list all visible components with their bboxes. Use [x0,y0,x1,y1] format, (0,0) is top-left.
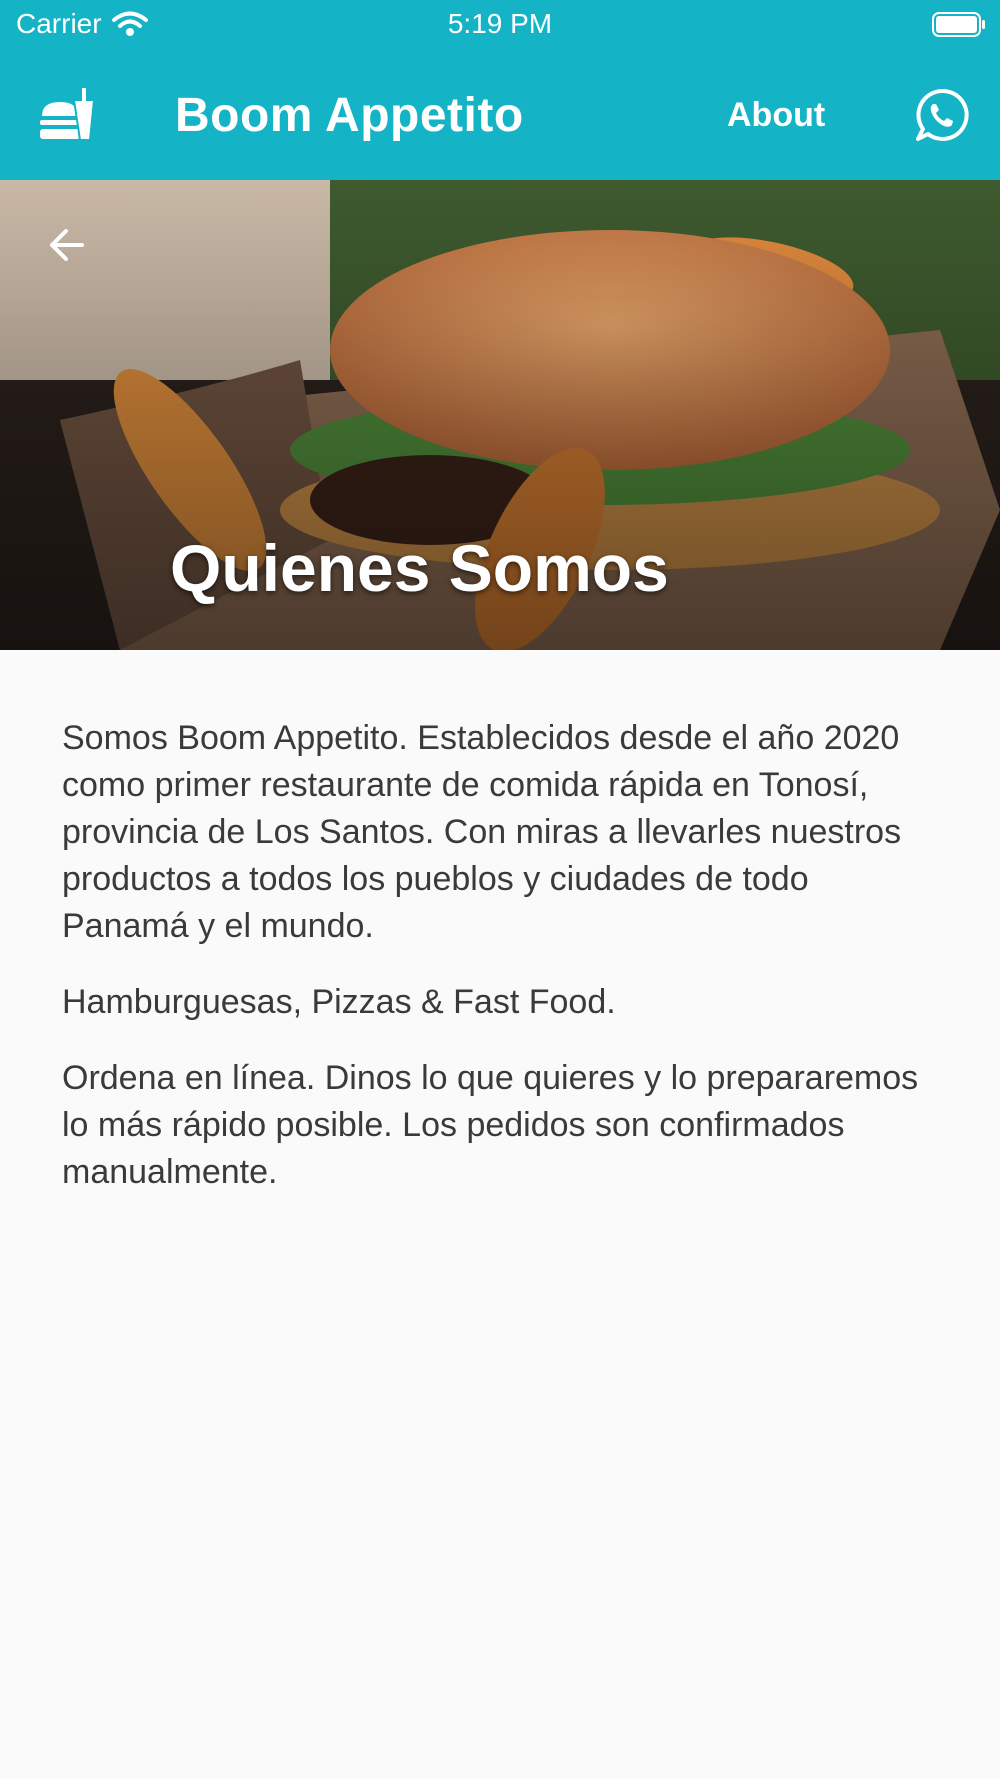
about-paragraph-intro: Somos Boom Appetito. Establecidos desde … [62,719,902,945]
app-title: Boom Appetito [175,89,524,142]
about-paragraph-ordering: Ordena en línea. Dinos lo que quieres y … [62,1059,919,1191]
status-time: 5:19 PM [447,8,553,39]
app-bar: Boom Appetito About [0,50,1000,180]
page-title: Quienes Somos [170,531,669,605]
about-content: Somos Boom Appetito. Establecidos desde … [62,715,942,1225]
arrow-left-icon[interactable] [42,220,92,270]
status-bar: Carrier 5:19 PM [0,0,1000,50]
battery-icon [932,12,985,37]
fast-food-icon[interactable] [38,86,96,144]
whatsapp-icon[interactable] [914,87,970,143]
about-paragraph-menu: Hamburguesas, Pizzas & Fast Food. [62,983,616,1021]
hero-banner: Quienes Somos [0,180,1000,650]
about-link[interactable]: About [727,96,825,135]
